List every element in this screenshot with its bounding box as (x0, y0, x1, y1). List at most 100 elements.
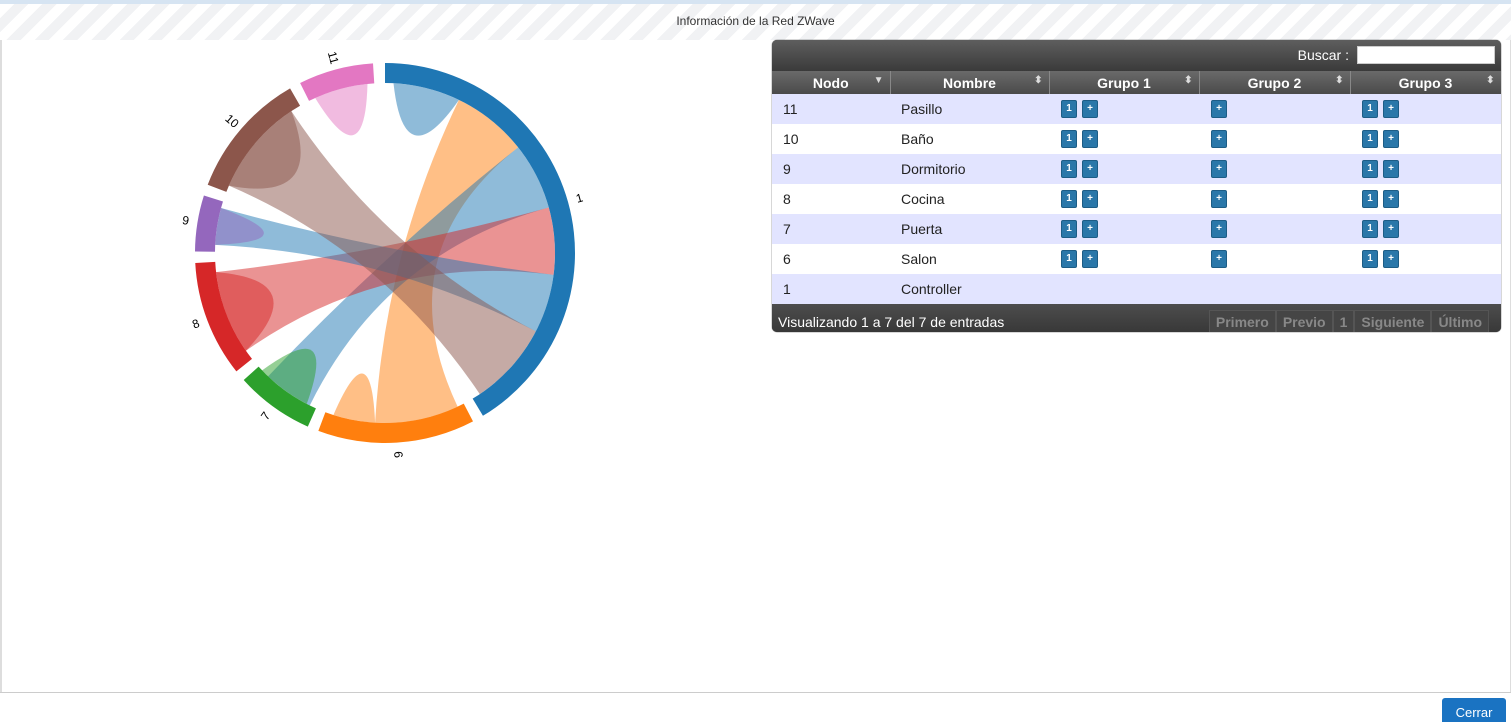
grid-toolbar: Buscar : (772, 40, 1501, 71)
association-node-button[interactable]: 1 (1362, 130, 1378, 149)
column-header[interactable]: Grupo 2 ⬍ (1199, 71, 1351, 94)
table-row[interactable]: 10 Baño 1 + +1 + (772, 124, 1501, 154)
table-row[interactable]: 11 Pasillo 1 + +1 + (772, 94, 1501, 124)
node-name-cell: Controller (890, 274, 1049, 304)
column-header-label: Grupo 1 (1097, 74, 1151, 91)
node-id-cell: 8 (772, 184, 890, 214)
chord-group-label: 11 (325, 50, 342, 66)
group-2-cell: + (1199, 154, 1350, 184)
add-association-button[interactable]: + (1082, 190, 1098, 209)
association-node-button[interactable]: 1 (1061, 130, 1077, 149)
association-node-button[interactable]: 1 (1362, 250, 1378, 269)
chord-group-label: 7 (258, 409, 273, 423)
dialog-left-border (0, 40, 2, 692)
association-node-button[interactable]: 1 (1362, 160, 1378, 179)
node-name-cell: Pasillo (890, 94, 1049, 124)
table-info: Visualizando 1 a 7 del 7 de entradas (778, 314, 1005, 330)
group-2-cell: + (1199, 244, 1350, 274)
group-1-cell: 1 + (1049, 244, 1199, 274)
add-association-button[interactable]: + (1082, 130, 1098, 149)
column-header[interactable]: Grupo 1 ⬍ (1049, 71, 1200, 94)
add-association-button[interactable]: + (1383, 130, 1399, 149)
association-node-button[interactable]: 1 (1061, 220, 1077, 239)
column-header-label: Nombre (943, 74, 996, 91)
chord-group-label: 6 (391, 451, 405, 459)
pager-button[interactable]: Siguiente (1354, 310, 1432, 332)
pager-button[interactable]: 1 (1332, 310, 1355, 332)
node-name-cell: Puerta (890, 214, 1049, 244)
add-association-button[interactable]: + (1383, 220, 1399, 239)
node-name-cell: Dormitorio (890, 154, 1049, 184)
table-row[interactable]: 8 Cocina 1 + +1 + (772, 184, 1501, 214)
group-3-cell: 1 + (1350, 124, 1501, 154)
table-row[interactable]: 1 Controller (772, 274, 1501, 304)
group-3-cell: 1 + (1350, 244, 1501, 274)
column-header[interactable]: Nodo ▼ (772, 71, 891, 94)
association-node-button[interactable]: 1 (1061, 250, 1077, 269)
column-header[interactable]: Grupo 3 ⬍ (1350, 71, 1501, 94)
chord-group-label: 9 (181, 213, 190, 228)
add-association-button[interactable]: + (1383, 190, 1399, 209)
close-button[interactable]: Cerrar (1442, 698, 1506, 722)
group-2-cell: + (1199, 124, 1350, 154)
pager-button[interactable]: Previo (1275, 310, 1333, 332)
association-node-button[interactable]: 1 (1061, 190, 1077, 209)
add-association-button[interactable]: + (1211, 100, 1227, 119)
node-id-cell: 7 (772, 214, 890, 244)
group-3-cell: 1 + (1350, 94, 1501, 124)
pagination: Primero Previo 1 Siguiente Último (1208, 310, 1489, 332)
table-header-row: Nodo ▼ Nombre ⬍ Grupo 1 ⬍ Grupo 2 ⬍ Grupo 3 ⬍ (772, 71, 1501, 94)
group-3-cell: 1 + (1350, 184, 1501, 214)
node-id-cell: 11 (772, 94, 890, 124)
add-association-button[interactable]: + (1211, 190, 1227, 209)
table-row[interactable]: 9 Dormitorio 1 + +1 + (772, 154, 1501, 184)
association-node-button[interactable]: 1 (1362, 220, 1378, 239)
group-2-cell: + (1199, 184, 1350, 214)
association-node-button[interactable]: 1 (1061, 160, 1077, 179)
association-node-button[interactable]: 1 (1061, 100, 1077, 119)
add-association-button[interactable]: + (1383, 250, 1399, 269)
group-1-cell: 1 + (1049, 184, 1199, 214)
add-association-button[interactable]: + (1082, 100, 1098, 119)
column-header-label: Grupo 3 (1398, 74, 1453, 91)
dialog-title: Información de la Red ZWave (676, 14, 835, 28)
add-association-button[interactable]: + (1211, 130, 1227, 149)
group-2-cell (1199, 274, 1350, 304)
pager-button[interactable]: Último (1431, 310, 1489, 332)
sort-both-icon: ⬍ (1335, 75, 1344, 86)
group-1-cell: 1 + (1049, 124, 1199, 154)
add-association-button[interactable]: + (1211, 220, 1227, 239)
association-node-button[interactable]: 1 (1362, 100, 1378, 119)
add-association-button[interactable]: + (1211, 250, 1227, 269)
table-row[interactable]: 6 Salon 1 + +1 + (772, 244, 1501, 274)
chord-link (333, 373, 376, 423)
sort-both-icon: ⬍ (1034, 75, 1043, 86)
search-label: Buscar : (1297, 47, 1349, 63)
group-1-cell: 1 + (1049, 94, 1199, 124)
add-association-button[interactable]: + (1082, 250, 1098, 269)
column-header-label: Grupo 2 (1247, 74, 1302, 91)
sort-both-icon: ⬍ (1184, 75, 1193, 86)
add-association-button[interactable]: + (1383, 100, 1399, 119)
group-2-cell: + (1199, 214, 1350, 244)
sort-both-icon: ⬍ (1486, 75, 1495, 86)
table-row[interactable]: 7 Puerta 1 + +1 + (772, 214, 1501, 244)
group-3-cell: 1 + (1350, 154, 1501, 184)
chord-group-label: 8 (190, 316, 202, 332)
add-association-button[interactable]: + (1082, 160, 1098, 179)
node-id-cell: 1 (772, 274, 890, 304)
pager-button[interactable]: Primero (1208, 310, 1276, 332)
node-id-cell: 10 (772, 124, 890, 154)
chord-group-label: 10 (222, 111, 241, 131)
add-association-button[interactable]: + (1383, 160, 1399, 179)
group-3-cell: 1 + (1350, 214, 1501, 244)
search-input[interactable] (1357, 46, 1495, 64)
group-3-cell (1350, 274, 1501, 304)
column-header-label: Nodo (812, 74, 849, 91)
add-association-button[interactable]: + (1211, 160, 1227, 179)
nodes-table: Nodo ▼ Nombre ⬍ Grupo 1 ⬍ Grupo 2 ⬍ Grupo 3 ⬍ 11 P… (772, 71, 1501, 304)
column-header[interactable]: Nombre ⬍ (890, 71, 1050, 94)
node-id-cell: 9 (772, 154, 890, 184)
add-association-button[interactable]: + (1082, 220, 1098, 239)
association-node-button[interactable]: 1 (1362, 190, 1378, 209)
